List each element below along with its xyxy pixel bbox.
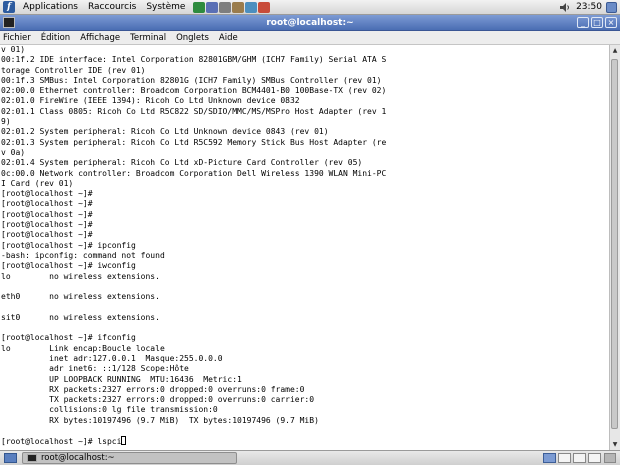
terminal-prompt-text: [root@localhost ~]# lspci bbox=[1, 437, 122, 447]
terminal-line: lo Link encap:Boucle locale bbox=[1, 343, 165, 353]
writer-launcher-icon[interactable] bbox=[219, 1, 232, 13]
gnome-foot-icon[interactable]: f bbox=[3, 1, 15, 13]
terminal-line: [root@localhost ~]# ifconfig bbox=[1, 333, 136, 343]
terminal-line: 00:1f.2 IDE interface: Intel Corporation… bbox=[1, 55, 387, 65]
terminal-line: [root@localhost ~]# bbox=[1, 199, 93, 209]
terminal-line: 02:01.0 FireWire (IEEE 1394): Ricoh Co L… bbox=[1, 96, 300, 106]
vertical-scrollbar[interactable]: ▲ ▼ bbox=[609, 45, 620, 450]
menu-fichier[interactable]: Fichier bbox=[0, 31, 36, 45]
browser-launcher-icon[interactable] bbox=[193, 1, 206, 13]
terminal-line: I Card (rev 01) bbox=[1, 178, 74, 188]
terminal-line: torage Controller IDE (rev 01) bbox=[1, 65, 146, 75]
show-desktop-icon[interactable] bbox=[4, 453, 17, 463]
impress-launcher-icon[interactable] bbox=[232, 1, 245, 13]
terminal-line: UP LOOPBACK RUNNING MTU:16436 Metric:1 bbox=[1, 374, 242, 384]
taskbar-button-label: root@localhost:~ bbox=[41, 453, 115, 463]
terminal-line: 0c:00.0 Network controller: Broadcom Cor… bbox=[1, 168, 387, 178]
terminal-line: 02:01.4 System peripheral: Ricoh Co Ltd … bbox=[1, 158, 363, 168]
system-menu[interactable]: Système bbox=[141, 0, 190, 15]
terminal-line: [root@localhost ~]# bbox=[1, 189, 93, 199]
terminal-line: lo no wireless extensions. bbox=[1, 271, 160, 281]
terminal-line: inet adr:127.0.0.1 Masque:255.0.0.0 bbox=[1, 353, 223, 363]
scrollbar-thumb[interactable] bbox=[611, 59, 618, 429]
terminal-line: [root@localhost ~]# bbox=[1, 209, 93, 219]
terminal-line: 02:01.2 System peripheral: Ricoh Co Ltd … bbox=[1, 127, 329, 137]
terminal-line: collisions:0 lg file transmission:0 bbox=[1, 405, 218, 415]
workspace-3[interactable] bbox=[573, 453, 586, 463]
text-cursor bbox=[121, 436, 127, 446]
scroll-down-arrow-icon[interactable]: ▼ bbox=[611, 440, 619, 449]
terminal-line: adr inet6: ::1/128 Scope:Hôte bbox=[1, 364, 189, 374]
workspace-2[interactable] bbox=[558, 453, 571, 463]
taskbar-button-terminal[interactable]: root@localhost:~ bbox=[22, 452, 237, 464]
calc-launcher-icon[interactable] bbox=[245, 1, 258, 13]
terminal-line: RX bytes:10197496 (9.7 MiB) TX bytes:101… bbox=[1, 415, 319, 425]
clock[interactable]: 23:50 bbox=[576, 0, 602, 15]
terminal-line: 00:1f.3 SMBus: Intel Corporation 82801G … bbox=[1, 75, 382, 85]
terminal-line: sit0 no wireless extensions. bbox=[1, 312, 160, 322]
terminal-line: RX packets:2327 errors:0 dropped:0 overr… bbox=[1, 384, 305, 394]
mail-launcher-icon[interactable] bbox=[206, 1, 219, 13]
scroll-up-arrow-icon[interactable]: ▲ bbox=[611, 46, 619, 55]
terminal-output[interactable]: v 01) 00:1f.2 IDE interface: Intel Corpor… bbox=[0, 45, 609, 450]
network-icon[interactable] bbox=[606, 2, 617, 13]
terminal-line: 9) bbox=[1, 117, 11, 127]
window-titlebar[interactable]: root@localhost:~ _ □ × bbox=[0, 15, 620, 31]
maximize-button[interactable]: □ bbox=[591, 17, 603, 28]
top-panel: f Applications Raccourcis Système 23:50 bbox=[0, 0, 620, 15]
terminal-lines: v 01) 00:1f.2 IDE interface: Intel Corpor… bbox=[0, 45, 609, 447]
menu-aide[interactable]: Aide bbox=[214, 31, 243, 45]
menu-affichage[interactable]: Affichage bbox=[75, 31, 125, 45]
trash-icon[interactable] bbox=[604, 453, 616, 463]
window-title: root@localhost:~ bbox=[266, 18, 354, 28]
help-launcher-icon[interactable] bbox=[258, 1, 271, 13]
terminal-line: [root@localhost ~]# iwconfig bbox=[1, 261, 136, 271]
menu-onglets[interactable]: Onglets bbox=[171, 31, 214, 45]
places-menu[interactable]: Raccourcis bbox=[83, 0, 141, 15]
volume-icon[interactable] bbox=[560, 3, 570, 12]
terminal-line: [root@localhost ~]# bbox=[1, 220, 93, 230]
terminal-line: -bash: ipconfig: command not found bbox=[1, 250, 165, 260]
workspace-1[interactable] bbox=[543, 453, 556, 463]
terminal-line: TX packets:2327 errors:0 dropped:0 overr… bbox=[1, 395, 315, 405]
terminal-line: 02:00.0 Ethernet controller: Broadcom Co… bbox=[1, 86, 387, 96]
terminal-prompt-line[interactable]: [root@localhost ~]# lspci bbox=[1, 436, 609, 446]
terminal-line: v 0a) bbox=[1, 147, 26, 157]
workspace-4[interactable] bbox=[588, 453, 601, 463]
menu-terminal[interactable]: Terminal bbox=[125, 31, 171, 45]
minimize-button[interactable]: _ bbox=[577, 17, 589, 28]
terminal-line: v 01) bbox=[1, 45, 26, 54]
applications-menu[interactable]: Applications bbox=[18, 0, 83, 15]
close-button[interactable]: × bbox=[605, 17, 617, 28]
launcher-group bbox=[193, 1, 271, 13]
terminal-line: [root@localhost ~]# ipconfig bbox=[1, 240, 136, 250]
bottom-panel: root@localhost:~ bbox=[0, 450, 620, 465]
terminal-line: [root@localhost ~]# bbox=[1, 230, 93, 240]
terminal-line: 02:01.1 Class 0805: Ricoh Co Ltd R5C822 … bbox=[1, 106, 387, 116]
menubar: Fichier Édition Affichage Terminal Ongle… bbox=[0, 31, 620, 45]
menu-edition[interactable]: Édition bbox=[36, 31, 75, 45]
terminal-line: 02:01.3 System peripheral: Ricoh Co Ltd … bbox=[1, 137, 387, 147]
terminal-line: eth0 no wireless extensions. bbox=[1, 292, 160, 302]
terminal-task-icon bbox=[27, 454, 37, 462]
